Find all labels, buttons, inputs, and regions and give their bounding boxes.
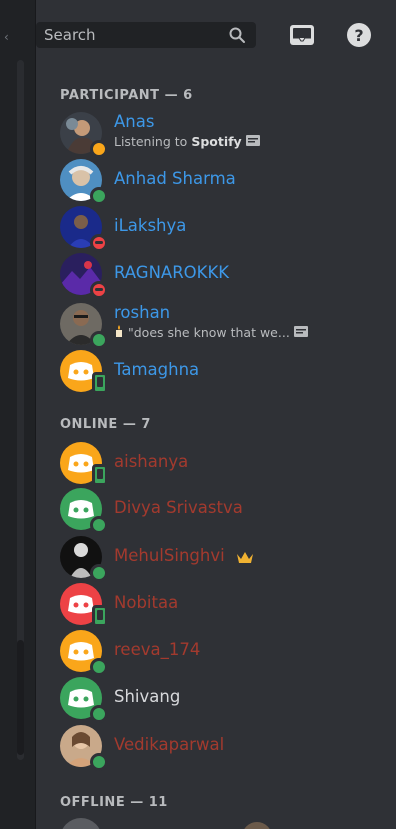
status-online-icon xyxy=(90,516,108,534)
status-online-icon xyxy=(90,331,108,349)
status-online-icon xyxy=(90,705,108,723)
chevron-left-icon: ‹ xyxy=(4,30,9,44)
server-sidebar-strip: ‹ xyxy=(0,0,36,829)
member-item[interactable]: Tamaghna xyxy=(60,350,390,394)
status-online-icon xyxy=(90,658,108,676)
member-item[interactable]: RAGNAROKKK xyxy=(60,253,390,299)
status-mobile-icon xyxy=(92,464,108,486)
status-online-icon xyxy=(90,564,108,582)
status-online-icon xyxy=(90,187,108,205)
member-item[interactable]: reeva_174 xyxy=(60,630,390,676)
section-header-online: ONLINE — 7 xyxy=(60,417,151,432)
member-name: Divya Srivastva xyxy=(114,498,243,517)
member-item[interactable]: Vedikaparwal xyxy=(60,725,390,771)
offline-avatar-partial xyxy=(242,822,272,829)
member-name: iLakshya xyxy=(114,216,187,235)
member-name: aishanya xyxy=(114,452,189,471)
member-item[interactable]: Anhad Sharma xyxy=(60,159,390,205)
candle-emoji-icon xyxy=(116,325,122,337)
scrollbar-thumb[interactable] xyxy=(17,640,24,755)
svg-text:?: ? xyxy=(354,26,363,45)
member-name: MehulSinghvi xyxy=(114,546,254,565)
section-header-offline: OFFLINE — 11 xyxy=(60,795,168,810)
member-name: Vedikaparwal xyxy=(114,735,225,754)
member-item[interactable]: roshan "does she know that we... xyxy=(60,303,390,349)
custom-status-text: "does she know that we... xyxy=(127,325,290,340)
status-online-icon xyxy=(90,753,108,771)
member-name: roshan xyxy=(114,303,171,322)
crown-icon xyxy=(236,551,253,563)
member-item[interactable]: aishanya xyxy=(60,442,390,486)
member-name: Tamaghna xyxy=(114,360,200,379)
member-item[interactable]: Shivang xyxy=(60,677,390,723)
member-name: RAGNAROKKK xyxy=(114,263,230,282)
inbox-icon[interactable] xyxy=(288,22,316,48)
section-header-participant: PARTICIPANT — 6 xyxy=(60,88,193,103)
status-idle-icon xyxy=(90,140,108,158)
member-item[interactable]: Divya Srivastva xyxy=(60,488,390,534)
member-name: reeva_174 xyxy=(114,640,201,659)
status-mobile-icon xyxy=(92,605,108,627)
member-item[interactable]: Nobitaa xyxy=(60,583,390,627)
member-name-text: MehulSinghvi xyxy=(114,546,225,565)
status-mobile-icon xyxy=(92,372,108,394)
search-icon[interactable] xyxy=(228,26,246,44)
rich-presence-icon xyxy=(293,326,308,337)
member-list-header: Search ? xyxy=(36,0,396,70)
member-item[interactable]: iLakshya xyxy=(60,206,390,252)
activity-app: Spotify xyxy=(191,134,242,149)
member-name: Nobitaa xyxy=(114,593,179,612)
member-item[interactable]: MehulSinghvi xyxy=(60,536,390,582)
member-custom-status: "does she know that we... xyxy=(114,325,308,340)
member-list: PARTICIPANT — 6 Anas Listening to Spotif… xyxy=(36,70,396,829)
activity-prefix: Listening to xyxy=(114,134,188,149)
member-activity: Listening to Spotify xyxy=(114,134,260,149)
member-name: Anhad Sharma xyxy=(114,169,236,188)
member-name: Shivang xyxy=(114,687,181,706)
member-name: Anas xyxy=(114,112,155,131)
member-item[interactable]: Anas Listening to Spotify xyxy=(60,112,390,158)
rich-presence-icon xyxy=(245,135,260,146)
status-dnd-icon xyxy=(90,234,108,252)
offline-avatar-partial xyxy=(60,818,102,829)
status-dnd-icon xyxy=(90,281,108,299)
search-input[interactable]: Search xyxy=(36,22,256,48)
search-placeholder: Search xyxy=(44,26,96,44)
help-icon[interactable]: ? xyxy=(346,22,372,48)
